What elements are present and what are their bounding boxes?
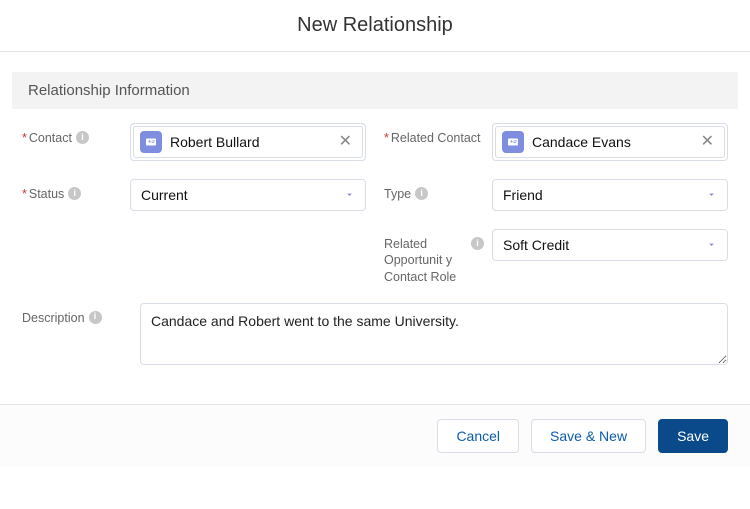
form-row-contact: *Contact i Robert Bullard ✕ *Related Con… <box>22 123 728 161</box>
save-button[interactable]: Save <box>658 419 728 453</box>
lookup-related-contact[interactable]: Candace Evans ✕ <box>492 123 728 161</box>
modal-footer: Cancel Save & New Save <box>0 404 750 467</box>
select-type-value: Friend <box>503 187 543 203</box>
field-related-contact: *Related Contact Candace Evans ✕ <box>384 123 728 161</box>
info-icon[interactable]: i <box>68 187 81 200</box>
lookup-pill: Robert Bullard ✕ <box>133 126 363 158</box>
field-type: Type i Friend <box>384 179 728 211</box>
select-type[interactable]: Friend <box>492 179 728 211</box>
required-marker: * <box>22 131 27 145</box>
label-type: Type i <box>384 179 484 202</box>
modal-header: New Relationship <box>0 0 750 52</box>
cancel-button[interactable]: Cancel <box>437 419 519 453</box>
select-related-opp-role[interactable]: Soft Credit <box>492 229 728 261</box>
form-row-status-type: *Status i Current Type i Friend <box>22 179 728 211</box>
label-description: Description i <box>22 303 122 326</box>
info-icon[interactable]: i <box>471 237 484 250</box>
remove-related-contact-button[interactable]: ✕ <box>699 134 716 150</box>
info-icon[interactable]: i <box>415 187 428 200</box>
contact-icon <box>502 131 524 153</box>
field-related-opp-role: Related Opportunit y Contact Role i Soft… <box>384 229 728 285</box>
field-contact: *Contact i Robert Bullard ✕ <box>22 123 366 161</box>
control-description <box>140 303 728 368</box>
label-related-opp-role: Related Opportunit y Contact Role i <box>384 229 484 285</box>
label-contact: *Contact i <box>22 123 122 146</box>
select-status-value: Current <box>141 187 188 203</box>
lookup-pill: Candace Evans ✕ <box>495 126 725 158</box>
modal-new-relationship: New Relationship Relationship Informatio… <box>0 0 750 467</box>
section-header-relationship-info: Relationship Information <box>12 72 738 109</box>
field-status: *Status i Current <box>22 179 366 211</box>
remove-contact-button[interactable]: ✕ <box>337 134 354 150</box>
lookup-contact[interactable]: Robert Bullard ✕ <box>130 123 366 161</box>
modal-title: New Relationship <box>0 14 750 37</box>
required-marker: * <box>384 131 389 145</box>
chevron-down-icon <box>344 187 355 203</box>
label-related-contact: *Related Contact <box>384 123 484 146</box>
chevron-down-icon <box>706 237 717 253</box>
lookup-contact-value: Robert Bullard <box>170 134 329 150</box>
required-marker: * <box>22 187 27 201</box>
label-status: *Status i <box>22 179 122 202</box>
chevron-down-icon <box>706 187 717 203</box>
lookup-related-contact-value: Candace Evans <box>532 134 691 150</box>
info-icon[interactable]: i <box>76 131 89 144</box>
form-row-description: Description i <box>22 303 728 368</box>
description-textarea[interactable] <box>140 303 728 365</box>
form-body: *Contact i Robert Bullard ✕ *Related Con… <box>0 123 750 404</box>
select-related-opp-role-value: Soft Credit <box>503 237 569 253</box>
form-row-opp-role: Related Opportunit y Contact Role i Soft… <box>22 229 728 285</box>
contact-icon <box>140 131 162 153</box>
save-and-new-button[interactable]: Save & New <box>531 419 646 453</box>
info-icon[interactable]: i <box>89 311 102 324</box>
select-status[interactable]: Current <box>130 179 366 211</box>
